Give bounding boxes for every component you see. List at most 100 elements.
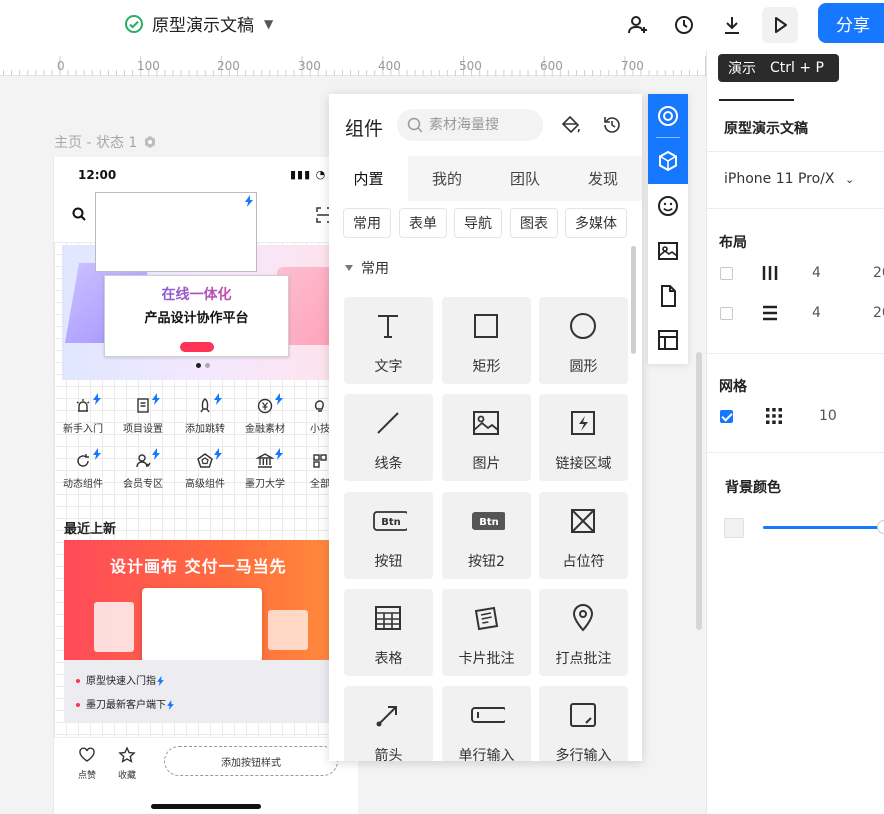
- shortcut-member-zone[interactable]: 会员专区: [113, 452, 173, 490]
- shortcut-beginner[interactable]: 新手入门: [54, 397, 113, 435]
- download-button[interactable]: [716, 9, 748, 41]
- components-search-input[interactable]: [429, 117, 529, 133]
- tab-mine[interactable]: 我的: [408, 156, 486, 201]
- document-icon: [137, 398, 149, 413]
- component-button[interactable]: Btn 按钮: [344, 492, 433, 579]
- tab-indicator: [719, 99, 794, 101]
- component-single-line-input[interactable]: 单行输入: [442, 686, 531, 761]
- chip-media[interactable]: 多媒体: [565, 208, 627, 238]
- tab-like[interactable]: 点赞: [67, 746, 107, 781]
- ruler-label: 400: [378, 59, 401, 73]
- phone-tab-bar: 点赞 收藏 添加按钮样式: [54, 737, 358, 814]
- grid-size[interactable]: 10: [819, 408, 837, 424]
- phone-artboard[interactable]: 12:00 ▮▮▮ ◔ ▭ 在线一体化 产品设计协作平台 新手入门 项目设置 添…: [53, 157, 358, 814]
- promo-list-item[interactable]: 墨刀最新客户端下: [76, 696, 175, 711]
- component-link-area[interactable]: 链接区域: [539, 394, 628, 481]
- tab-builtin[interactable]: 内置: [329, 156, 408, 201]
- tab-team[interactable]: 团队: [486, 156, 564, 201]
- lightning-icon: [275, 448, 283, 460]
- component-image[interactable]: 图片: [442, 394, 531, 481]
- component-arrow[interactable]: 箭头: [344, 686, 433, 761]
- components-tabs: 内置 我的 团队 发现: [329, 156, 642, 201]
- opacity-slider-thumb[interactable]: [877, 520, 884, 534]
- home-indicator: [151, 804, 261, 809]
- chip-navigation[interactable]: 导航: [454, 208, 502, 238]
- component-line[interactable]: 线条: [344, 394, 433, 481]
- shortcut-dynamic-components[interactable]: 动态组件: [54, 452, 113, 490]
- tab-discover[interactable]: 发现: [564, 156, 642, 201]
- component-label: 矩形: [472, 359, 501, 375]
- present-button[interactable]: [762, 7, 798, 43]
- components-scrollbar[interactable]: [631, 246, 636, 354]
- component-label: 多行输入: [555, 748, 612, 761]
- layout-columns-count[interactable]: 4: [812, 265, 821, 281]
- chip-form[interactable]: 表单: [399, 208, 447, 238]
- button-outline-icon: Btn: [373, 511, 407, 531]
- cube-icon[interactable]: [656, 149, 680, 173]
- chip-chart[interactable]: 图表: [510, 208, 558, 238]
- background-color-swatch[interactable]: [724, 518, 744, 538]
- share-button[interactable]: 分享: [818, 3, 884, 43]
- layout-template-icon[interactable]: [656, 328, 680, 352]
- shortcut-label: 新手入门: [63, 424, 103, 435]
- target-icon[interactable]: [656, 104, 680, 128]
- component-multi-line-input[interactable]: 多行输入: [539, 686, 628, 761]
- component-button-2[interactable]: Btn 按钮2: [442, 492, 531, 579]
- component-label: 单行输入: [458, 748, 515, 761]
- tooltip-shortcut: Ctrl + P: [770, 60, 824, 76]
- components-title: 组件: [345, 118, 384, 140]
- lightning-icon: [152, 393, 160, 405]
- history-button[interactable]: [668, 9, 700, 41]
- components-search[interactable]: [397, 109, 543, 141]
- component-rectangle[interactable]: 矩形: [442, 297, 531, 384]
- carousel-dot[interactable]: [205, 363, 210, 368]
- opacity-slider-track[interactable]: [763, 526, 883, 529]
- tab-label: 收藏: [117, 771, 136, 781]
- device-select[interactable]: iPhone 11 Pro/X ⌄: [724, 171, 854, 187]
- image-icon[interactable]: [656, 239, 680, 263]
- carousel-dot[interactable]: [196, 363, 201, 368]
- shortcut-finance-assets[interactable]: 金融素材: [235, 397, 295, 435]
- page-state-label[interactable]: 主页 - 状态 1: [54, 132, 157, 152]
- layout-columns-gutter[interactable]: 20: [873, 265, 884, 281]
- shortcut-advanced-components[interactable]: 高级组件: [175, 452, 235, 490]
- promo-list-item[interactable]: 原型快速入门指: [76, 672, 165, 687]
- layout-columns-checkbox[interactable]: [720, 267, 733, 280]
- layout-rows-count[interactable]: 4: [812, 305, 821, 321]
- doc-title-dropdown[interactable]: 原型演示文稿 ▼: [124, 11, 273, 36]
- emoji-icon[interactable]: [656, 194, 680, 218]
- component-circle[interactable]: 圆形: [539, 297, 628, 384]
- promo-banner[interactable]: 设计画布 交付一马当先: [64, 540, 334, 660]
- layout-rows-checkbox[interactable]: [720, 307, 733, 320]
- component-text[interactable]: 文字: [344, 297, 433, 384]
- canvas-scrollbar[interactable]: [696, 352, 702, 630]
- group-common-header[interactable]: 常用: [345, 258, 389, 278]
- component-placeholder[interactable]: 占位符: [539, 492, 628, 579]
- add-button-style-button[interactable]: 添加按钮样式: [164, 746, 338, 776]
- history-icon[interactable]: [601, 114, 623, 136]
- lightning-icon: [167, 700, 174, 710]
- components-panel: 组件 内置 我的 团队 发现 常用 表单 导航 图表 多媒体 常用 文字 矩形 …: [329, 94, 642, 761]
- paint-bucket-icon[interactable]: [560, 114, 582, 136]
- component-label: 表格: [374, 651, 403, 667]
- shortcut-add-jump[interactable]: 添加跳转: [175, 397, 235, 435]
- component-pin-annotation[interactable]: 打点批注: [539, 589, 628, 676]
- selected-placeholder-box[interactable]: [95, 192, 257, 272]
- component-card-annotation[interactable]: 卡片批注: [442, 589, 531, 676]
- shortcut-project-settings[interactable]: 项目设置: [113, 397, 173, 435]
- carousel-dots[interactable]: [196, 363, 210, 368]
- layout-rows-gutter[interactable]: 20: [873, 305, 884, 321]
- component-label: 线条: [374, 456, 403, 472]
- divider: [707, 151, 884, 152]
- file-icon[interactable]: [656, 284, 680, 308]
- add-collaborator-button[interactable]: [622, 9, 654, 41]
- shortcut-label: 添加跳转: [185, 424, 225, 435]
- doc-title: 原型演示文稿: [152, 16, 254, 36]
- chip-common[interactable]: 常用: [343, 208, 391, 238]
- input-field-icon: [471, 707, 505, 723]
- grid-checkbox[interactable]: [720, 410, 733, 423]
- component-table[interactable]: 表格: [344, 589, 433, 676]
- shortcut-modao-university[interactable]: 墨刀大学: [235, 452, 295, 490]
- check-circle-icon: [125, 14, 143, 33]
- tab-favorite[interactable]: 收藏: [107, 746, 147, 781]
